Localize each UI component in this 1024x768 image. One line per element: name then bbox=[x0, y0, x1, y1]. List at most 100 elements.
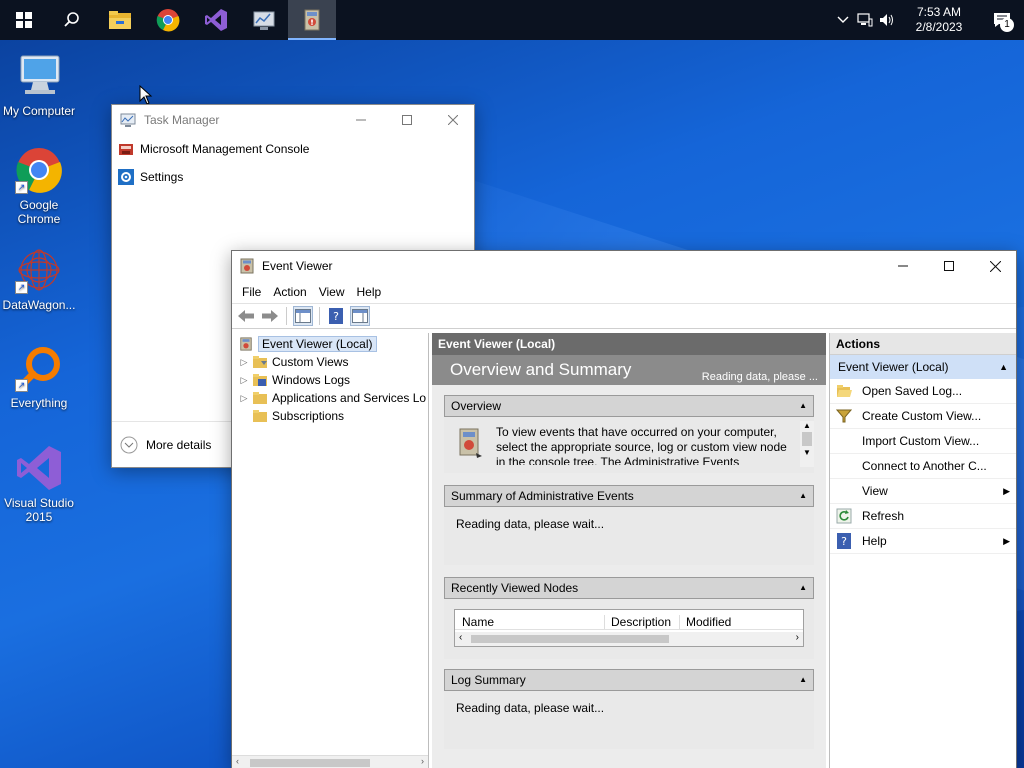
tray-chevron-up-icon[interactable] bbox=[832, 0, 854, 40]
menu-file[interactable]: File bbox=[236, 285, 267, 299]
desktop-icon-everything[interactable]: ↗ Everything bbox=[0, 344, 78, 410]
recent-nodes-section-header[interactable]: Recently Viewed Nodes ▲ bbox=[444, 577, 814, 599]
tree-item-event-viewer-local[interactable]: Event Viewer (Local) bbox=[232, 335, 428, 353]
scrollbar-thumb[interactable] bbox=[471, 635, 669, 643]
column-header-modified[interactable]: Modified bbox=[680, 615, 731, 629]
actions-subheader[interactable]: Event Viewer (Local) ▲ bbox=[830, 355, 1016, 379]
app-item-label: Settings bbox=[140, 170, 184, 184]
desktop-icon-google-chrome[interactable]: ↗ Google Chrome bbox=[0, 146, 78, 226]
show-hide-action-pane-button[interactable] bbox=[350, 306, 370, 326]
desktop-icon-visual-studio[interactable]: Visual Studio 2015 bbox=[0, 444, 78, 524]
expand-chevron-icon[interactable]: ▷ bbox=[238, 357, 250, 368]
forward-button[interactable] bbox=[260, 306, 280, 326]
taskbar-file-explorer[interactable] bbox=[96, 0, 144, 40]
overview-section-header[interactable]: Overview ▲ bbox=[444, 395, 814, 417]
log-summary-section-header[interactable]: Log Summary ▲ bbox=[444, 669, 814, 691]
close-button[interactable] bbox=[972, 251, 1018, 281]
expand-chevron-icon[interactable]: ▷ bbox=[238, 375, 250, 386]
network-icon[interactable] bbox=[854, 0, 876, 40]
tree-item-windows-logs[interactable]: ▷ Windows Logs bbox=[232, 371, 428, 389]
visual-studio-icon bbox=[17, 446, 61, 490]
toolbar: ? bbox=[232, 303, 1016, 329]
maximize-button[interactable] bbox=[926, 251, 972, 281]
visual-studio-icon bbox=[205, 9, 227, 31]
taskbar-chrome[interactable] bbox=[144, 0, 192, 40]
minimize-button[interactable] bbox=[880, 251, 926, 281]
back-button[interactable] bbox=[236, 306, 256, 326]
action-open-saved-log[interactable]: Open Saved Log... bbox=[830, 379, 1016, 404]
action-center-button[interactable]: 1 bbox=[980, 0, 1024, 40]
app-item-mmc[interactable]: Microsoft Management Console bbox=[112, 135, 474, 163]
tree-horizontal-scrollbar[interactable]: ‹ › bbox=[232, 755, 428, 768]
open-folder-icon bbox=[837, 385, 852, 397]
mmc-icon bbox=[119, 144, 133, 155]
minimize-icon bbox=[898, 265, 908, 267]
window-title: Event Viewer bbox=[262, 259, 333, 273]
close-button[interactable] bbox=[430, 105, 476, 135]
taskbar-event-viewer[interactable] bbox=[288, 0, 336, 40]
volume-icon[interactable] bbox=[876, 0, 898, 40]
search-button[interactable] bbox=[48, 0, 96, 40]
scroll-right-arrow-icon[interactable]: › bbox=[421, 756, 424, 766]
action-view[interactable]: View ▶ bbox=[830, 479, 1016, 504]
scroll-left-arrow-icon[interactable]: ‹ bbox=[459, 632, 462, 643]
menu-help[interactable]: Help bbox=[351, 285, 388, 299]
more-details-button[interactable]: More details bbox=[120, 436, 211, 454]
menu-view[interactable]: View bbox=[313, 285, 351, 299]
scroll-up-arrow-icon[interactable]: ▲ bbox=[800, 421, 814, 430]
desktop-icon-my-computer[interactable]: My Computer bbox=[0, 52, 78, 118]
start-button[interactable] bbox=[0, 0, 48, 40]
scrollbar-thumb[interactable] bbox=[802, 432, 812, 446]
collapse-caret-icon[interactable]: ▲ bbox=[799, 396, 807, 416]
folder-icon bbox=[253, 392, 267, 404]
desktop-icon-label: Everything bbox=[10, 396, 68, 410]
taskbar-server-manager[interactable] bbox=[240, 0, 288, 40]
expand-chevron-icon[interactable]: ▷ bbox=[238, 393, 250, 404]
column-header-description[interactable]: Description bbox=[605, 615, 680, 629]
taskbar-clock[interactable]: 7:53 AM 2/8/2023 bbox=[904, 5, 974, 35]
admin-events-section-header[interactable]: Summary of Administrative Events ▲ bbox=[444, 485, 814, 507]
app-item-settings[interactable]: Settings bbox=[112, 163, 474, 191]
desktop-icon-label: Google Chrome bbox=[17, 198, 61, 226]
scroll-left-arrow-icon[interactable]: ‹ bbox=[236, 756, 239, 766]
toolbar-separator bbox=[286, 307, 287, 325]
file-explorer-icon bbox=[109, 11, 131, 29]
desktop-icon-datawagon[interactable]: ↗ DataWagon... bbox=[0, 246, 78, 312]
mouse-cursor-icon bbox=[139, 85, 153, 105]
action-refresh[interactable]: Refresh bbox=[830, 504, 1016, 529]
event-log-icon bbox=[459, 428, 482, 458]
taskbar-visual-studio[interactable] bbox=[192, 0, 240, 40]
table-horizontal-scrollbar[interactable]: ‹ › bbox=[455, 632, 803, 646]
action-connect-to-another-computer[interactable]: Connect to Another C... bbox=[830, 454, 1016, 479]
menu-action[interactable]: Action bbox=[267, 285, 312, 299]
task-manager-titlebar[interactable]: Task Manager bbox=[112, 105, 474, 135]
minimize-button[interactable] bbox=[338, 105, 384, 135]
tree-item-applications-services-logs[interactable]: ▷ Applications and Services Lo bbox=[232, 389, 428, 407]
scroll-down-arrow-icon[interactable]: ▼ bbox=[800, 448, 814, 457]
overview-scrollbar[interactable]: ▲ ▼ bbox=[800, 421, 814, 467]
event-viewer-titlebar[interactable]: Event Viewer bbox=[232, 251, 1016, 281]
action-import-custom-view[interactable]: Import Custom View... bbox=[830, 429, 1016, 454]
maximize-button[interactable] bbox=[384, 105, 430, 135]
action-create-custom-view[interactable]: Create Custom View... bbox=[830, 404, 1016, 429]
action-label: Import Custom View... bbox=[862, 434, 980, 448]
tree-item-custom-views[interactable]: ▷ Custom Views bbox=[232, 353, 428, 371]
column-header-name[interactable]: Name bbox=[455, 615, 605, 629]
action-help[interactable]: ? Help ▶ bbox=[830, 529, 1016, 554]
tree-item-subscriptions[interactable]: Subscriptions bbox=[232, 407, 428, 425]
tree-item-label: Subscriptions bbox=[272, 409, 345, 423]
collapse-caret-icon[interactable]: ▲ bbox=[799, 578, 807, 598]
event-viewer-icon bbox=[240, 337, 252, 351]
scrollbar-thumb[interactable] bbox=[250, 759, 370, 767]
collapse-caret-icon[interactable]: ▲ bbox=[799, 670, 807, 690]
show-hide-console-tree-button[interactable] bbox=[293, 306, 313, 326]
event-viewer-window: Event Viewer File Action View Help ? Eve… bbox=[231, 250, 1017, 768]
window-title: Task Manager bbox=[144, 113, 220, 127]
toolbar-separator bbox=[319, 307, 320, 325]
collapse-caret-icon[interactable]: ▲ bbox=[999, 355, 1008, 379]
scroll-right-arrow-icon[interactable]: › bbox=[796, 632, 799, 643]
collapse-caret-icon[interactable]: ▲ bbox=[799, 486, 807, 506]
help-icon: ? bbox=[329, 308, 343, 324]
help-button[interactable]: ? bbox=[326, 306, 346, 326]
log-summary-body: Reading data, please wait... bbox=[444, 691, 814, 749]
